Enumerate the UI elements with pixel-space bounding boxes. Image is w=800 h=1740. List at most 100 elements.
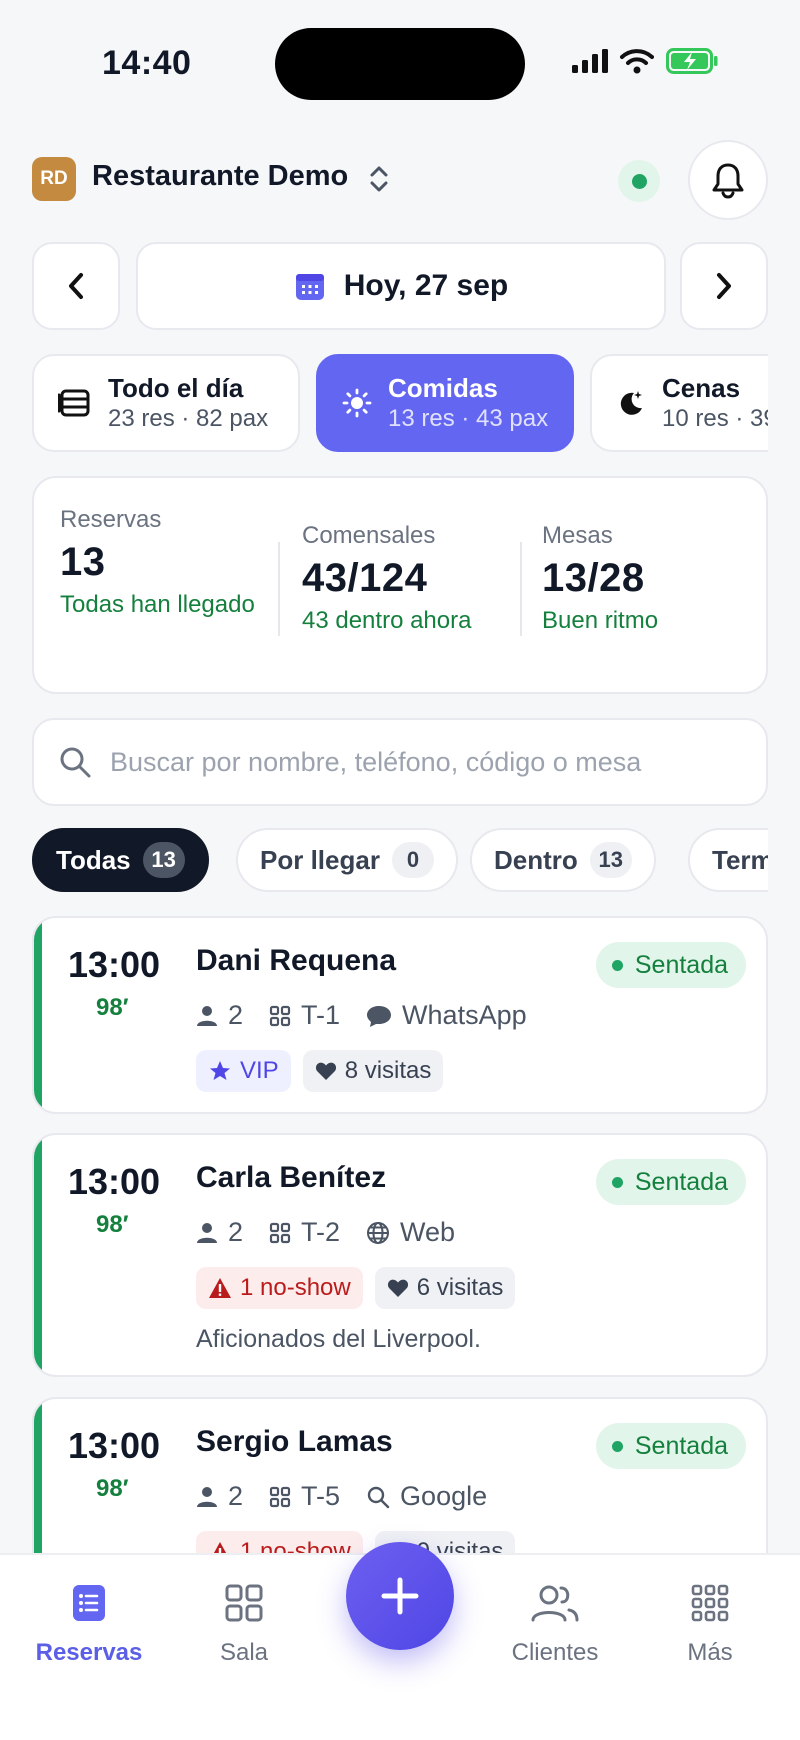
nav-label: Sala [219,1639,269,1666]
filter-arriving[interactable]: Por llegar 0 [236,828,458,892]
add-reservation-button[interactable] [346,1542,454,1650]
reservation-duration: 98′ [96,994,129,1021]
reservation-meta: 2 T-2 Web [196,1217,481,1248]
star-icon [210,1061,230,1080]
search-icon [60,747,91,778]
table-value: T-2 [301,1217,341,1247]
filter-all[interactable]: Todas 13 [32,828,209,892]
no-show-tag: 1 no-show [196,1267,363,1309]
stat-divider [520,542,522,636]
battery-charging-icon [666,48,718,74]
nav-label: Reservas [35,1639,143,1666]
party-size-value: 2 [228,1481,244,1511]
status-bar: 14:40 [0,0,800,130]
reservation-duration: 98′ [96,1211,129,1238]
reservation-card[interactable]: 13:00 98′ Carla Benítez Sentada 2 T-2 We… [32,1133,768,1377]
nav-customers[interactable]: Clientes [485,1581,625,1667]
date-navigator: Hoy, 27 sep [32,242,768,330]
nav-label: Más [687,1639,733,1666]
nav-more[interactable]: Más [640,1581,780,1667]
moon-icon [620,391,642,415]
booking-source: Web [366,1217,455,1248]
stat-value: 13 [60,540,106,584]
guest-name: Carla Benítez [196,1161,387,1194]
status-label: Sentada [634,1167,728,1196]
filter-label: Todas [56,844,131,875]
stat-value: 43/124 [302,556,428,600]
current-date-label: Hoy, 27 sep [343,269,509,302]
reservation-card[interactable]: 13:00 98′ Dani Requena Sentada 2 T-1 Wha… [32,916,768,1114]
reservation-note: Aficionados del Liverpool. [196,1325,481,1353]
search-input[interactable] [110,746,730,778]
status-badge[interactable]: Sentada [595,1423,746,1469]
filter-finished[interactable]: Term [688,828,768,892]
stat-divider [278,542,280,636]
search-icon [367,1486,390,1508]
stat-label: Comensales [302,522,436,549]
nav-floor[interactable]: Sala [174,1581,314,1667]
table-grid-icon [269,1486,291,1507]
visits-tag: 6 visitas [374,1267,516,1309]
service-tabs: Todo el día 23 res · 82 pax Comidas 13 r… [32,354,768,454]
stat-tables: Mesas 13/28 Buen ritmo [542,522,742,637]
person-icon [197,1222,217,1243]
status-badge[interactable]: Sentada [595,1159,746,1205]
dynamic-island [275,28,525,100]
service-tab-lunch[interactable]: Comidas 13 res · 43 pax [316,354,574,452]
chevron-up-down-icon[interactable] [368,164,390,194]
stat-label: Reservas [60,506,162,533]
status-dot [611,959,623,971]
sun-icon [342,388,372,418]
filter-label: Por llegar [260,844,380,875]
reservation-time: 13:00 [68,1425,161,1466]
search-bar[interactable] [32,718,768,806]
restaurant-avatar[interactable]: RD [32,157,76,201]
status-label: Sentada [634,950,728,979]
party-size: 2 [196,1217,243,1248]
chevron-right-icon [717,273,731,299]
notifications-button[interactable] [688,140,768,220]
online-dot [631,173,647,189]
status-dot [611,1440,623,1452]
service-title: Cenas [662,373,741,403]
chevron-left-icon [69,273,83,299]
previous-day-button[interactable] [32,242,120,330]
service-title: Todo el día [108,373,244,403]
source-value: Google [400,1481,488,1511]
service-title: Comidas [388,373,498,403]
visits-tag: 8 visitas [302,1050,444,1092]
users-icon [531,1585,579,1622]
nav-reservations[interactable]: Reservas [19,1581,159,1667]
service-tab-all-day[interactable]: Todo el día 23 res · 82 pax [32,354,300,452]
party-size: 2 [196,1000,243,1031]
tag-label: VIP [240,1057,279,1084]
signal-icon [572,49,608,73]
globe-icon [367,1221,390,1244]
table-value: T-5 [301,1481,341,1511]
filter-count: 13 [589,842,632,878]
status-badge[interactable]: Sentada [595,942,746,988]
table-grid-icon [269,1222,291,1243]
reservation-meta: 2 T-1 WhatsApp [196,1000,553,1031]
date-picker-button[interactable]: Hoy, 27 sep [136,242,666,330]
filter-count: 0 [391,842,434,878]
vip-tag: VIP [196,1050,291,1092]
tag-label: 6 visitas [416,1274,504,1301]
heart-icon [315,1062,336,1080]
reservation-meta: 2 T-5 Google [196,1481,513,1512]
guest-name: Sergio Lamas [196,1425,393,1458]
stat-value: 13/28 [542,556,645,600]
table-value: T-1 [301,1000,341,1030]
stat-reservations: Reservas 13 Todas han llegado [60,506,260,621]
filter-label: Term [712,844,768,875]
wifi-icon [620,49,654,74]
service-tab-dinner[interactable]: Cenas 10 res · 39 [590,354,768,452]
restaurant-name[interactable]: Restaurante Demo [92,160,348,193]
next-day-button[interactable] [680,242,768,330]
filter-inside[interactable]: Dentro 13 [470,828,656,892]
party-size-value: 2 [228,1000,244,1030]
stat-note: Todas han llegado [60,591,255,618]
stat-covers: Comensales 43/124 43 dentro ahora [302,522,522,637]
list-layers-icon [58,389,90,417]
person-icon [197,1486,217,1507]
